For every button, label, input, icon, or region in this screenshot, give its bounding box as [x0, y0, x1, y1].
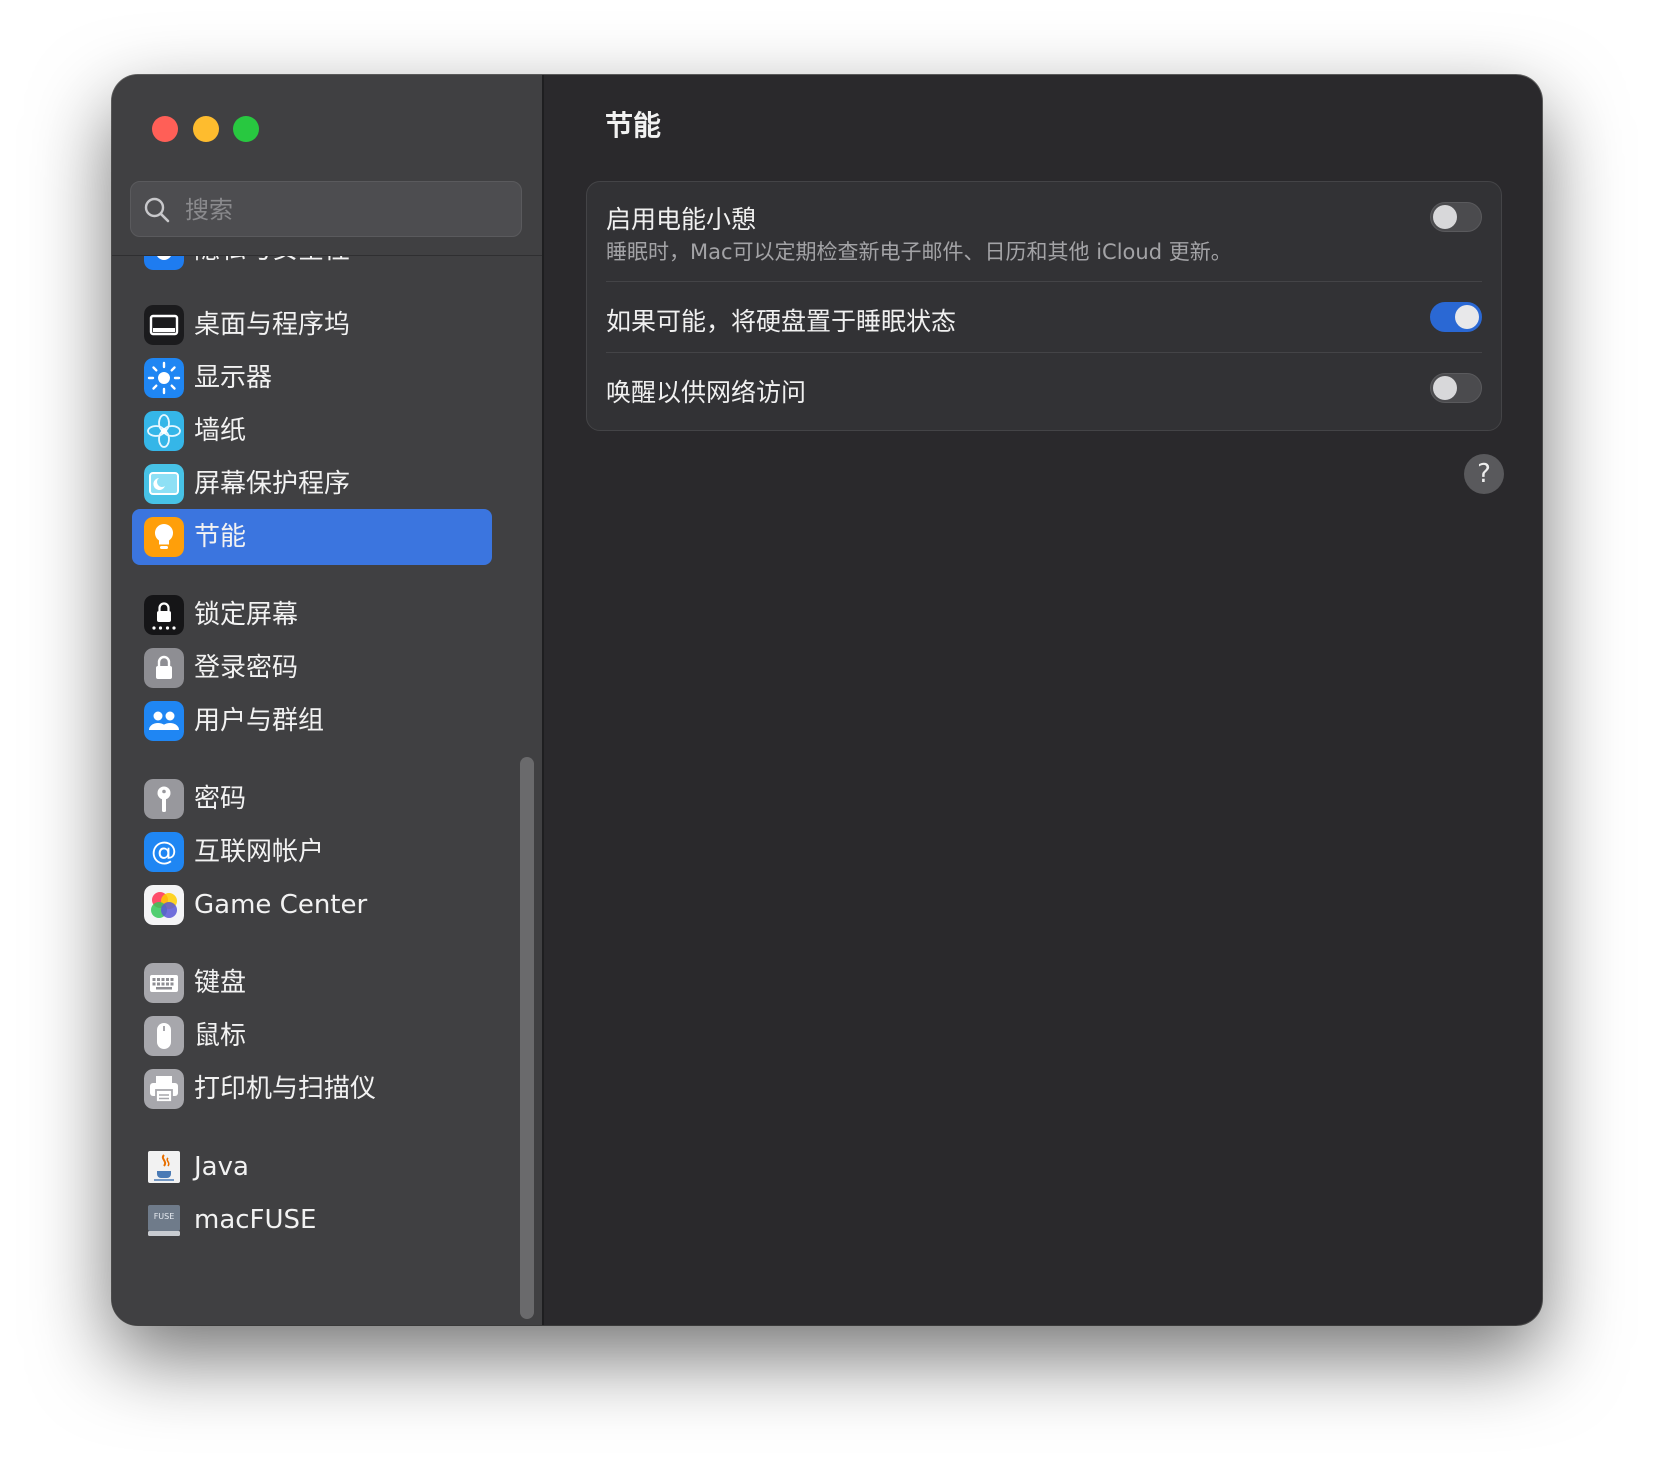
sidebar-item-lock-screen[interactable]: 锁定屏幕	[132, 587, 492, 643]
sidebar-item-label: 桌面与程序坞	[194, 310, 351, 340]
energy-settings-panel: 启用电能小憩 睡眠时，Mac可以定期检查新电子邮件、日历和其他 iCloud 更…	[586, 181, 1502, 431]
sidebar-item-internet-accounts[interactable]: @ 互联网帐户	[132, 824, 492, 880]
sidebar-item-energy-saver[interactable]: 节能	[132, 509, 492, 565]
setting-row-wake-network: 唤醒以供网络访问	[587, 353, 1503, 431]
sidebar-item-label: macFUSE	[194, 1205, 317, 1235]
mouse-icon	[144, 1016, 184, 1056]
sidebar-item-label: 屏幕保护程序	[194, 469, 351, 499]
sidebar-item-macfuse[interactable]: FUSE macFUSE	[132, 1192, 492, 1248]
sidebar-item-desktop-dock[interactable]: 桌面与程序坞	[132, 297, 492, 353]
sidebar-item-label: 打印机与扫描仪	[194, 1074, 377, 1104]
sidebar-item-mouse[interactable]: 鼠标	[132, 1008, 492, 1064]
sidebar-item-printers-scanners[interactable]: 打印机与扫描仪	[132, 1061, 492, 1117]
setting-title: 如果可能，将硬盘置于睡眠状态	[606, 307, 957, 336]
wallpaper-flower-icon	[144, 411, 184, 451]
hand-privacy-icon	[144, 256, 184, 270]
users-icon	[144, 701, 184, 741]
sidebar-item-label: 用户与群组	[194, 706, 325, 736]
game-center-icon	[144, 885, 184, 925]
sidebar-item-label: 互联网帐户	[194, 837, 325, 867]
dock-icon	[144, 305, 184, 345]
sidebar-item-label: 隐私与安全性	[194, 256, 350, 268]
zoom-window-button[interactable]	[233, 116, 259, 142]
sidebar-item-displays[interactable]: 显示器	[132, 350, 492, 406]
wake-network-toggle[interactable]	[1430, 373, 1482, 403]
sidebar-item-users-groups[interactable]: 用户与群组	[132, 693, 492, 749]
power-nap-toggle[interactable]	[1430, 202, 1482, 232]
sidebar-item-keyboard[interactable]: 键盘	[132, 955, 492, 1011]
sidebar-item-game-center[interactable]: Game Center	[132, 877, 492, 933]
sidebar-item-passwords[interactable]: 密码	[132, 771, 492, 827]
close-window-button[interactable]	[152, 116, 178, 142]
lock-screen-icon	[144, 595, 184, 635]
sidebar-item-label: 显示器	[194, 363, 273, 393]
sidebar-item-label: 锁定屏幕	[194, 600, 299, 630]
macfuse-drive-icon: FUSE	[144, 1200, 184, 1240]
svg-text:FUSE: FUSE	[154, 1212, 175, 1221]
setting-title: 启用电能小憩	[606, 205, 757, 234]
at-sign-icon: @	[144, 832, 184, 872]
setting-description: 睡眠时，Mac可以定期检查新电子邮件、日历和其他 iCloud 更新。	[606, 240, 1232, 264]
setting-row-power-nap: 启用电能小憩 睡眠时，Mac可以定期检查新电子邮件、日历和其他 iCloud 更…	[587, 182, 1503, 282]
sidebar-item-wallpaper[interactable]: 墙纸	[132, 403, 492, 459]
disk-sleep-toggle[interactable]	[1430, 302, 1482, 332]
java-icon	[144, 1147, 184, 1187]
sidebar-item-java[interactable]: Java	[132, 1139, 492, 1195]
search-input[interactable]	[183, 190, 507, 230]
page-title: 节能	[605, 109, 662, 142]
screensaver-icon	[144, 464, 184, 504]
svg-text:@: @	[151, 837, 177, 867]
display-brightness-icon	[144, 358, 184, 398]
sidebar-scrollbar[interactable]	[520, 757, 534, 1319]
sidebar-list: 隐私与安全性 桌面与程序坞 显示器	[112, 256, 542, 1325]
sidebar-item-label: 键盘	[194, 968, 247, 998]
minimize-window-button[interactable]	[193, 116, 219, 142]
sidebar-item-screen-saver[interactable]: 屏幕保护程序	[132, 456, 492, 512]
lightbulb-icon	[144, 517, 184, 557]
sidebar-item-label: 节能	[194, 522, 247, 552]
sidebar-item-label: 登录密码	[194, 653, 299, 683]
sidebar-item-label: Java	[194, 1152, 249, 1182]
search-field[interactable]	[130, 181, 522, 237]
sidebar-item-label: 墙纸	[194, 416, 247, 446]
sidebar: 隐私与安全性 桌面与程序坞 显示器	[112, 75, 544, 1325]
sidebar-item-label: 密码	[194, 784, 247, 814]
setting-title: 唤醒以供网络访问	[606, 378, 807, 407]
sidebar-item-label: Game Center	[194, 890, 368, 920]
settings-window: 隐私与安全性 桌面与程序坞 显示器	[112, 75, 1542, 1325]
keyboard-icon	[144, 963, 184, 1003]
sidebar-item-privacy-security[interactable]: 隐私与安全性	[132, 256, 492, 278]
printer-icon	[144, 1069, 184, 1109]
key-icon	[144, 779, 184, 819]
lock-icon	[144, 648, 184, 688]
setting-row-disk-sleep: 如果可能，将硬盘置于睡眠状态	[587, 282, 1503, 352]
help-button[interactable]: ?	[1464, 454, 1504, 494]
search-icon	[144, 197, 170, 223]
sidebar-item-login-password[interactable]: 登录密码	[132, 640, 492, 696]
sidebar-item-label: 鼠标	[194, 1021, 247, 1051]
